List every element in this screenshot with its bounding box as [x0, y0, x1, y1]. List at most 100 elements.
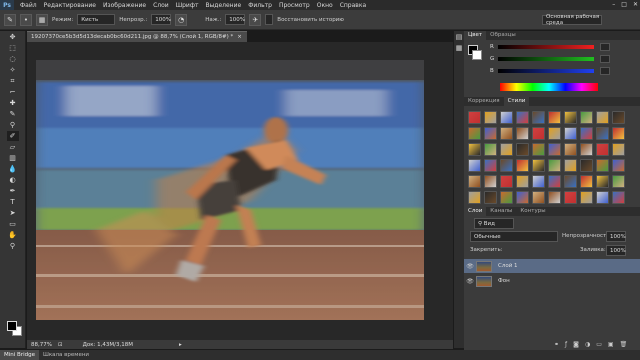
blend-mode-select[interactable]: Обычные	[470, 231, 558, 242]
tab-channels[interactable]: Каналы	[486, 207, 516, 216]
style-swatch[interactable]	[596, 143, 609, 156]
stamp-tool-icon[interactable]: ⚲	[7, 120, 19, 130]
style-swatch[interactable]	[532, 127, 545, 140]
canvas-image[interactable]	[36, 60, 424, 320]
close-icon[interactable]: ✕	[633, 1, 638, 8]
lasso-tool-icon[interactable]: ◌	[7, 54, 19, 64]
green-slider[interactable]: G	[490, 55, 610, 63]
menu-filter[interactable]: Фильтр	[248, 2, 272, 9]
style-swatch[interactable]	[500, 175, 513, 188]
path-select-tool-icon[interactable]: ➤	[7, 208, 19, 218]
style-swatch[interactable]	[484, 159, 497, 172]
style-swatch[interactable]	[596, 191, 609, 204]
hand-tool-icon[interactable]: ✋	[7, 230, 19, 240]
style-swatch[interactable]	[484, 111, 497, 124]
menu-edit[interactable]: Редактирование	[44, 2, 96, 9]
brush-preset-icon[interactable]: •	[20, 13, 32, 26]
zoom-level[interactable]: 88,77%	[31, 342, 52, 348]
style-swatch[interactable]	[564, 127, 577, 140]
document-tab[interactable]: 19207370ce5b3d5d13decab0bc60d211.jpg @ 8…	[27, 31, 247, 42]
style-swatch[interactable]	[548, 191, 561, 204]
status-menu-icon[interactable]: ⊡	[58, 342, 63, 348]
color-spectrum[interactable]	[500, 83, 598, 91]
menu-image[interactable]: Изображение	[103, 2, 146, 9]
marquee-tool-icon[interactable]: ⬚	[7, 43, 19, 53]
style-swatch[interactable]	[484, 175, 497, 188]
style-swatch[interactable]	[580, 159, 593, 172]
style-swatch[interactable]	[580, 175, 593, 188]
style-swatch[interactable]	[516, 175, 529, 188]
style-swatch[interactable]	[548, 159, 561, 172]
gradient-tool-icon[interactable]: ▥	[7, 153, 19, 163]
style-swatch[interactable]	[612, 143, 625, 156]
style-swatch[interactable]	[548, 111, 561, 124]
style-swatch[interactable]	[468, 175, 481, 188]
style-swatch[interactable]	[468, 111, 481, 124]
zoom-tool-icon[interactable]: ⚲	[7, 241, 19, 251]
style-swatch[interactable]	[484, 127, 497, 140]
pressure-opacity-icon[interactable]: ◔	[175, 13, 188, 26]
style-swatch[interactable]	[484, 191, 497, 204]
style-swatch[interactable]	[612, 127, 625, 140]
tab-layers[interactable]: Слои	[464, 207, 487, 216]
style-swatch[interactable]	[564, 143, 577, 156]
shape-tool-icon[interactable]: ▭	[7, 219, 19, 229]
tab-styles[interactable]: Стили	[503, 97, 530, 106]
style-swatch[interactable]	[564, 175, 577, 188]
style-swatch[interactable]	[596, 127, 609, 140]
menu-view[interactable]: Просмотр	[279, 2, 310, 9]
history-brush-tool-icon[interactable]: ✐	[6, 131, 19, 141]
style-swatch[interactable]	[596, 175, 609, 188]
layer-filter-kind[interactable]: ⚲ Вид	[474, 218, 514, 229]
mode-select[interactable]: Кисть	[77, 14, 116, 25]
style-swatch[interactable]	[468, 143, 481, 156]
style-swatch[interactable]	[548, 127, 561, 140]
brush-panel-icon[interactable]: ▦	[36, 13, 48, 26]
minimize-icon[interactable]: –	[612, 1, 615, 8]
style-swatch[interactable]	[516, 127, 529, 140]
layer-row[interactable]: 👁 Фон	[464, 274, 640, 288]
style-swatch[interactable]	[500, 191, 513, 204]
style-swatch[interactable]	[516, 191, 529, 204]
style-swatch[interactable]	[516, 159, 529, 172]
style-swatch[interactable]	[500, 127, 513, 140]
menu-layers[interactable]: Слои	[153, 2, 169, 9]
pressure-input[interactable]: 100%	[225, 14, 246, 25]
style-swatch[interactable]	[564, 159, 577, 172]
style-swatch[interactable]	[532, 143, 545, 156]
history-brush-icon[interactable]: ✎	[4, 13, 16, 26]
maximize-icon[interactable]: □	[621, 1, 627, 8]
blur-tool-icon[interactable]: 💧	[7, 164, 19, 174]
healing-tool-icon[interactable]: ✚	[7, 98, 19, 108]
eye-icon[interactable]: 👁	[464, 263, 476, 270]
mask-icon[interactable]: ◙	[573, 341, 579, 348]
eyedropper-tool-icon[interactable]: ⌐	[7, 87, 19, 97]
style-swatch[interactable]	[596, 111, 609, 124]
style-swatch[interactable]	[500, 111, 513, 124]
blue-slider[interactable]: B	[490, 67, 610, 75]
style-swatch[interactable]	[580, 191, 593, 204]
style-swatch[interactable]	[532, 159, 545, 172]
style-swatch[interactable]	[532, 111, 545, 124]
tab-color[interactable]: Цвет	[464, 31, 487, 40]
style-swatch[interactable]	[564, 111, 577, 124]
document-close-icon[interactable]: ×	[237, 34, 242, 40]
tab-swatches[interactable]: Образцы	[486, 31, 520, 40]
red-slider[interactable]: R	[490, 43, 610, 51]
layer-row[interactable]: 👁 Слой 1	[464, 259, 640, 273]
brush-tool-icon[interactable]: ✎	[7, 109, 19, 119]
menu-help[interactable]: Справка	[340, 2, 366, 9]
style-swatch[interactable]	[564, 191, 577, 204]
green-value[interactable]	[600, 55, 610, 63]
trash-icon[interactable]: 🗑	[620, 341, 628, 348]
red-track[interactable]	[498, 45, 594, 49]
fx-icon[interactable]: ƒ	[565, 341, 567, 348]
adjustment-icon[interactable]: ◑	[585, 341, 590, 348]
style-swatch[interactable]	[612, 111, 625, 124]
style-swatch[interactable]	[532, 175, 545, 188]
menu-select[interactable]: Выделение	[205, 2, 241, 9]
folder-icon[interactable]: ▭	[596, 341, 602, 348]
style-swatch[interactable]	[500, 159, 513, 172]
style-swatch[interactable]	[612, 159, 625, 172]
tab-paths[interactable]: Контуры	[516, 207, 549, 216]
